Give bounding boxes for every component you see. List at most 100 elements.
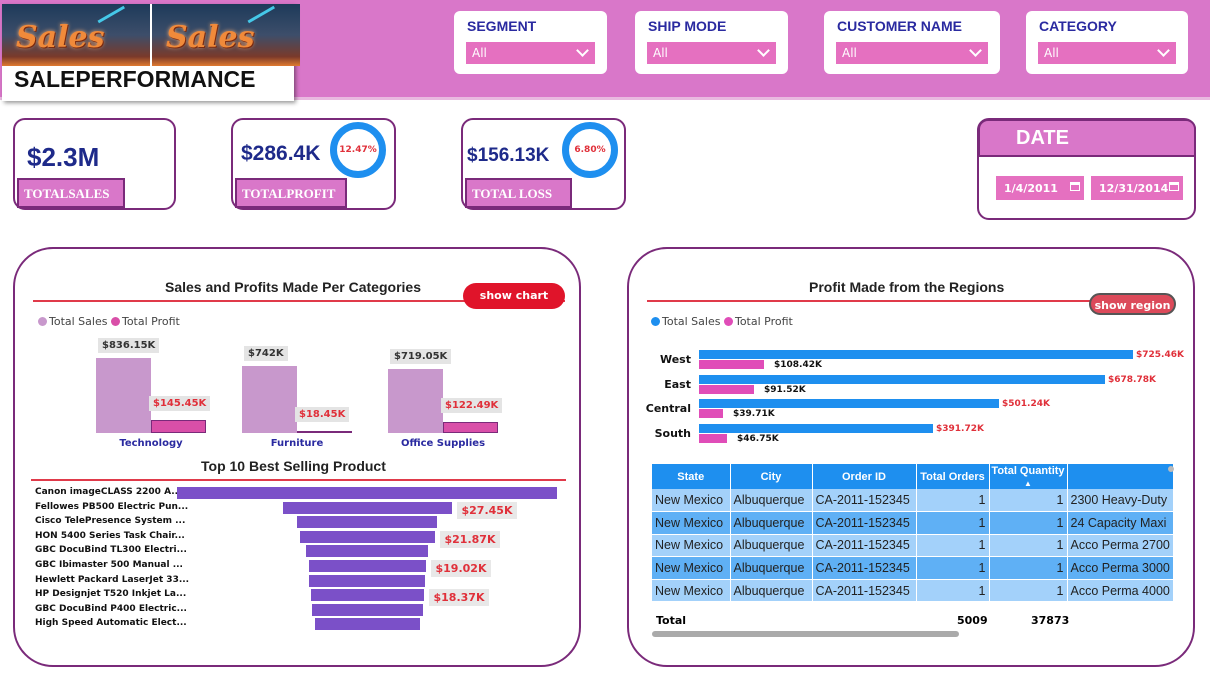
funnel-bar[interactable] — [177, 487, 557, 499]
category-tick-label: Furniture — [270, 438, 324, 449]
calendar-icon[interactable] — [1070, 182, 1080, 191]
sales-bar[interactable] — [242, 366, 297, 433]
funnel-bar[interactable] — [306, 545, 428, 558]
loss-ratio-ring: 6.80% — [562, 122, 618, 178]
table-cell: 1 — [916, 489, 990, 513]
profit-bar[interactable] — [443, 422, 498, 433]
funnel-bar[interactable] — [309, 574, 425, 587]
region-tick-label: West — [659, 353, 691, 366]
profit-data-label: $39.71K — [733, 409, 775, 419]
region-legend: Total Sales Total Profit — [651, 315, 793, 328]
sales-data-label: $678.78K — [1108, 375, 1156, 385]
profit-bar[interactable] — [699, 434, 727, 443]
funnel-bar[interactable] — [310, 589, 424, 602]
table-cell: 24 Capacity Maxi — [1067, 511, 1174, 535]
profit-bar[interactable] — [699, 360, 764, 369]
ring-percent: 6.80% — [574, 145, 606, 155]
sales-bar[interactable] — [699, 424, 933, 433]
table-row[interactable]: New Mexico Albuquerque CA-2011-152345 1 1 230… — [652, 489, 1174, 513]
legend-profit: Total Profit — [121, 315, 180, 328]
sales-data-label: $725.46K — [1136, 350, 1184, 360]
profit-bar[interactable] — [699, 409, 723, 418]
table-header-row: State City Order ID Total Orders Total Q… — [652, 464, 1174, 489]
table-row[interactable]: New Mexico Albuquerque CA-2011-152345 1 1 Acc… — [652, 534, 1174, 558]
table-cell: CA-2011-152345 — [812, 579, 917, 603]
table-cell: Acco Perma 3000 — [1067, 556, 1174, 580]
col-order-id[interactable]: Order ID — [812, 464, 917, 489]
product-tick-label: Fellowes PB500 Electric Pun... — [35, 501, 189, 512]
table-cell: CA-2011-152345 — [812, 511, 917, 535]
col-city[interactable]: City — [730, 464, 813, 489]
start-date-value: 1/4/2011 — [1004, 182, 1058, 195]
funnel-bar[interactable] — [299, 530, 435, 543]
calendar-icon[interactable] — [1169, 182, 1179, 191]
funnel-bar[interactable] — [297, 516, 437, 529]
kpi-total-loss: $156.13K 6.80% TOTAL LOSS — [461, 118, 626, 210]
table-total-row: Total 5009 37873 — [652, 610, 1167, 630]
start-date-input[interactable]: 1/4/2011 — [996, 176, 1084, 200]
horizontal-scrollbar[interactable] — [652, 631, 959, 637]
sales-data-label: $719.05K — [390, 349, 452, 364]
sales-bar[interactable] — [699, 399, 999, 408]
profit-bar[interactable] — [151, 420, 206, 433]
category-dropdown[interactable]: All — [1038, 42, 1176, 64]
customer-name-dropdown[interactable]: All — [836, 42, 988, 64]
profit-bar[interactable] — [297, 431, 352, 433]
sales-data-label: $836.15K — [98, 338, 160, 353]
vertical-scrollbar[interactable] — [1168, 466, 1174, 472]
logo: Sales Sales SALEPERFORMANCE — [2, 4, 300, 101]
ring-percent: 12.47% — [339, 145, 377, 155]
sales-bar[interactable] — [699, 350, 1133, 359]
sales-bar[interactable] — [388, 369, 443, 433]
table-cell: Albuquerque — [730, 511, 813, 535]
region-chart-title: Profit Made from the Regions — [809, 279, 1005, 295]
sales-bar[interactable] — [96, 358, 151, 433]
category-chart-title: Sales and Profits Made Per Categories — [165, 279, 421, 295]
table-cell: New Mexico — [652, 579, 731, 603]
product-tick-label: High Speed Automatic Elect... — [35, 618, 187, 629]
kpi-value: $156.13K — [467, 145, 550, 166]
table-cell: Albuquerque — [730, 534, 813, 558]
logo-word: Sales — [166, 20, 255, 55]
table-cell: New Mexico — [652, 534, 731, 558]
dropdown-value: All — [653, 46, 668, 60]
col-total-quantity[interactable]: Total Quantity ▲ — [989, 464, 1068, 489]
product-tick-label: HON 5400 Series Task Chair... — [35, 530, 185, 541]
col-total-orders[interactable]: Total Orders — [916, 464, 990, 489]
sales-logo-image: Sales — [2, 4, 150, 66]
sales-data-label: $391.72K — [936, 424, 984, 434]
end-date-input[interactable]: 12/31/2014 — [1091, 176, 1183, 200]
slicer-label: SEGMENT — [467, 18, 537, 34]
col-product[interactable] — [1067, 464, 1174, 489]
table-cell: New Mexico — [652, 511, 731, 535]
sales-data-label: $501.24K — [1002, 399, 1050, 409]
product-tick-label: Hewlett Packard LaserJet 33... — [35, 574, 190, 585]
profit-ratio-ring: 12.47% — [330, 122, 386, 178]
dropdown-value: All — [1044, 46, 1059, 60]
slicer-segment: SEGMENT All — [454, 11, 607, 74]
table-row[interactable]: New Mexico Albuquerque CA-2011-152345 1 1 Acc… — [652, 556, 1174, 580]
funnel-bar[interactable] — [311, 603, 423, 616]
region-tick-label: South — [654, 427, 691, 440]
show-chart-button[interactable]: show chart — [463, 283, 565, 309]
table-cell: New Mexico — [652, 556, 731, 580]
table-row[interactable]: New Mexico Albuquerque CA-2011-152345 1 1 24 … — [652, 511, 1174, 535]
total-quantity-value: 37873 — [1031, 614, 1070, 627]
col-state[interactable]: State — [652, 464, 731, 489]
kpi-total-profit: $286.4K 12.47% TOTALPROFIT — [231, 118, 396, 210]
profit-data-label: $91.52K — [764, 385, 806, 395]
product-tick-label: HP Designjet T520 Inkjet La... — [35, 589, 187, 600]
funnel-bar[interactable] — [282, 501, 452, 514]
sales-bar[interactable] — [699, 375, 1105, 384]
sales-data-label: $742K — [244, 346, 288, 361]
show-region-button[interactable]: show region — [1089, 293, 1176, 315]
segment-dropdown[interactable]: All — [466, 42, 595, 64]
funnel-bar[interactable] — [314, 618, 420, 631]
table-row[interactable]: New Mexico Albuquerque CA-2011-152345 1 1 Acc… — [652, 579, 1174, 603]
ship-mode-dropdown[interactable]: All — [647, 42, 776, 64]
product-tick-label: GBC DocuBind P400 Electric... — [35, 603, 187, 614]
sales-logo-image: Sales — [152, 4, 300, 66]
funnel-bar[interactable] — [308, 560, 426, 572]
profit-bar[interactable] — [699, 385, 754, 394]
slicer-customer-name: CUSTOMER NAME All — [824, 11, 1000, 74]
